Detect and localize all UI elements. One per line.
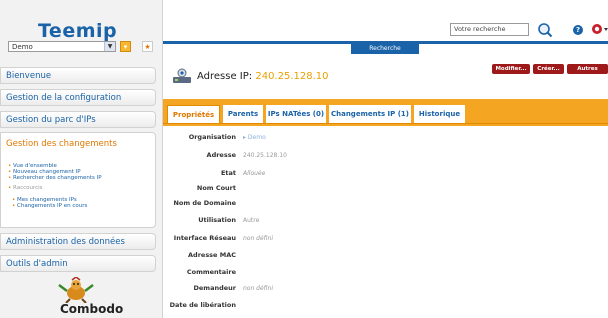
tab-properties[interactable]: Propriétés <box>167 105 220 123</box>
property-value: 240.25.128.10 <box>243 152 287 159</box>
property-label: Organisation <box>188 133 236 141</box>
search-icon[interactable] <box>537 22 553 38</box>
sidebar-item-changes-panel: Gestion des changements • Vue d'ensemble… <box>0 132 156 228</box>
menu-group-shortcuts-label: Raccourcis <box>13 185 43 191</box>
property-label: Etat <box>220 169 236 177</box>
menu-group-shortcuts: • Raccourcis <box>8 185 43 191</box>
property-value: Demo <box>247 134 266 141</box>
tab-nated-ips[interactable]: IPs NATées (0) <box>266 105 326 123</box>
ip-address-icon <box>173 68 191 83</box>
vendor-logo: Combodo <box>60 302 124 316</box>
left-panel: Teemip Demo ▼ ▾ ★ Bienvenue Gestion de l… <box>0 0 163 318</box>
property-label: Demandeur <box>193 284 237 292</box>
property-value: non défini <box>243 235 274 242</box>
tab-divider <box>163 123 608 124</box>
modify-button[interactable]: Modifier... <box>492 64 530 74</box>
tab-ip-changes[interactable]: Changements IP (1) <box>329 105 411 123</box>
property-value-link[interactable]: ▸ Demo <box>243 134 266 141</box>
property-label: Nom de Domaine <box>173 199 236 207</box>
chevron-down-icon: ▼ <box>104 42 115 51</box>
app-logo[interactable]: Teemip <box>38 20 117 42</box>
search-input[interactable]: Votre recherche <box>450 23 529 36</box>
menu-link-search-changes[interactable]: • Rechercher des changements IP <box>8 175 102 181</box>
menu-link-ongoing-changes-label: Changements IP en cours <box>17 203 88 209</box>
organization-select-value: Demo <box>12 43 33 51</box>
page-title-prefix: Adresse IP: <box>197 71 253 82</box>
combodo-mascot-icon <box>58 277 94 303</box>
search-button[interactable]: Recherche <box>351 44 419 54</box>
help-icon[interactable]: ? <box>573 25 583 35</box>
sidebar-item-changes[interactable]: Gestion des changements <box>6 139 117 149</box>
sidebar-item-data-admin[interactable]: Administration des données <box>0 233 156 250</box>
menu-link-search-changes-label: Rechercher des changements IP <box>13 175 102 181</box>
tab-parents[interactable]: Parents <box>223 105 263 123</box>
menu-link-ongoing-changes[interactable]: • Changements IP en cours <box>12 203 87 209</box>
sidebar-item-bienvenue[interactable]: Bienvenue <box>0 67 156 84</box>
sidebar-item-admin-tools[interactable]: Outils d'admin <box>0 255 156 272</box>
property-value: Allouée <box>243 170 266 177</box>
sidebar-item-configuration[interactable]: Gestion de la configuration <box>0 89 156 106</box>
property-value: Autre <box>243 217 260 224</box>
page-title-ip: 240.25.128.10 <box>255 71 329 82</box>
property-label: Nom Court <box>196 184 236 192</box>
user-menu-icon[interactable] <box>591 23 608 36</box>
property-value: non défini <box>243 285 274 292</box>
property-label: Adresse <box>206 151 236 159</box>
sidebar-item-ip-management[interactable]: Gestion du parc d'IPs <box>0 111 156 128</box>
tab-history[interactable]: Historique <box>414 105 465 123</box>
create-button[interactable]: Créer... <box>533 64 564 74</box>
other-actions-button[interactable]: Autres Actions <box>567 64 608 82</box>
filter-icon[interactable]: ▾ <box>120 41 131 52</box>
page-title: Adresse IP: 240.25.128.10 <box>197 71 329 82</box>
organization-select[interactable]: Demo ▼ <box>8 41 116 52</box>
favorite-icon[interactable]: ★ <box>142 41 153 52</box>
property-label: Interface Réseau <box>173 234 236 242</box>
property-label: Date de libération <box>169 301 236 309</box>
property-label: Commentaire <box>186 268 236 276</box>
property-label: Adresse MAC <box>188 251 236 259</box>
property-label: Utilisation <box>198 216 236 224</box>
